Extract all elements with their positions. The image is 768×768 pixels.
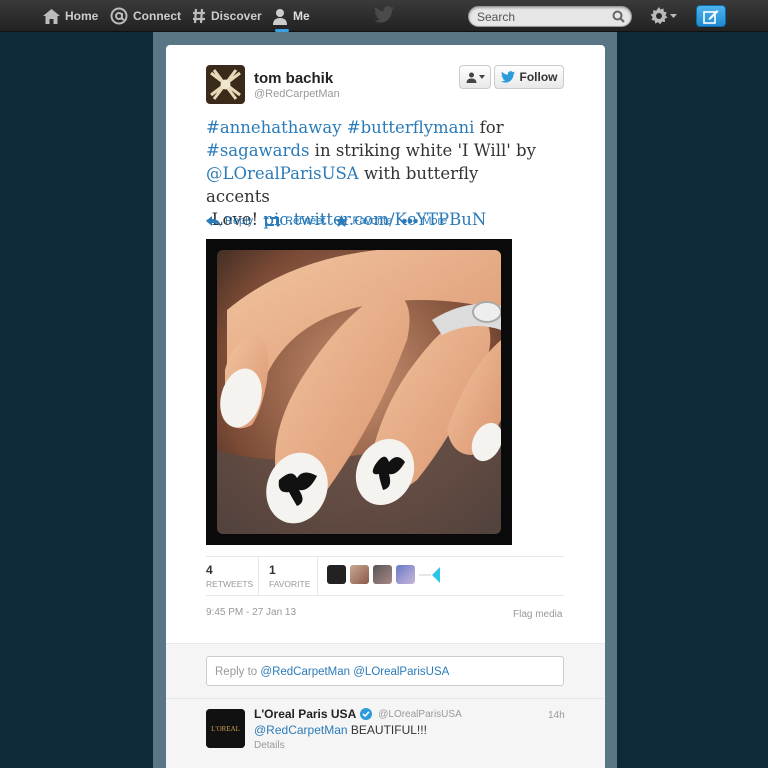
tweet-photo[interactable] [206,239,512,545]
tweet-timestamp[interactable]: 9:45 PM - 27 Jan 13 [206,607,296,618]
favorites-stat[interactable]: 1 FAVORITE [269,563,310,589]
search-input[interactable] [477,9,607,25]
nav-me[interactable]: Me [272,0,310,32]
stats-divider-top [206,556,564,557]
stats-divider-bottom [206,595,564,596]
reply-handles: @RedCarpetMan @LOrealParisUSA [260,666,450,678]
favoriter-avatar[interactable] [327,565,346,584]
reply-author-avatar[interactable]: L'OREAL [206,709,245,748]
reply-divider [166,698,605,699]
compose-tweet-button[interactable] [696,5,726,27]
follow-button-label: Follow [519,70,558,84]
flag-media-link[interactable]: Flag media [513,609,562,620]
verified-badge-icon [360,708,373,720]
follow-button[interactable]: Follow [494,65,564,89]
compose-icon [703,9,719,24]
hashtag-link[interactable]: #annehathaway [206,118,342,137]
reply-author-handle: @LOrealParisUSA [378,708,462,720]
nav-home[interactable]: Home [43,0,98,32]
mention-link[interactable]: @LOrealParisUSA [206,164,359,183]
chevron-down-icon [670,13,677,18]
nav-connect[interactable]: Connect [110,0,181,32]
reply-label: Reply [225,215,254,227]
twitter-bird-icon [500,71,515,83]
nav-home-label: Home [65,9,99,23]
nav-me-label: Me [293,9,310,23]
reply-body: BEAUTIFUL!!! [347,723,427,737]
gear-icon [650,7,668,25]
tweet-text: #annehathaway #butterflymani for #sagawar… [206,116,546,231]
retweet-label: Retweet [285,215,326,227]
reply-avatar-logo: L'OREAL [211,725,240,733]
reply-mention[interactable]: @RedCarpetMan [254,723,348,737]
star-icon [335,215,349,227]
nav-discover-label: Discover [211,9,262,23]
twitter-bird-icon[interactable] [374,6,394,28]
search-field[interactable] [468,6,632,27]
retweet-icon [263,215,282,227]
favoriter-avatar[interactable] [373,565,392,584]
user-actions-dropdown[interactable] [459,65,491,89]
top-navigation-bar: Home Connect Discover Me [0,0,768,32]
home-icon [43,8,60,24]
hashtag-icon [193,8,205,24]
tweet-text-segment: in striking white 'I Will' by [309,141,536,160]
author-handle[interactable]: @RedCarpetMan [254,88,340,100]
reply-details-link[interactable]: Details [254,740,285,751]
settings-menu[interactable] [650,7,677,25]
hashtag-link[interactable]: #sagawards [206,141,309,160]
expand-arrow-icon[interactable] [419,566,441,584]
nav-discover[interactable]: Discover [192,0,262,32]
favoriters-avatars [327,565,441,584]
chevron-down-icon [478,75,485,79]
favoriter-avatar[interactable] [396,565,415,584]
tweet-text-segment: for [474,118,504,137]
stats-separator [317,557,318,595]
reply-author-name: L'Oreal Paris USA [254,707,357,721]
stats-separator [258,557,259,595]
reply-author[interactable]: L'Oreal Paris USA @LOrealParisUSA [254,707,462,721]
more-action[interactable]: More [402,215,447,227]
favorite-action[interactable]: Favorite [335,215,392,227]
more-dots-icon [402,218,419,224]
reply-time[interactable]: 14h [548,710,565,721]
more-label: More [422,215,448,227]
at-sign-icon [110,7,128,25]
favoriter-avatar[interactable] [350,565,369,584]
retweets-label: RETWEETS [206,579,254,589]
favorites-count: 1 [269,563,276,577]
favorite-label: Favorite [352,215,393,227]
retweets-count: 4 [206,563,213,577]
retweets-stat[interactable]: 4 RETWEETS [206,563,253,589]
reply-input[interactable]: Reply to @RedCarpetMan @LOrealParisUSA [206,656,564,686]
nav-connect-label: Connect [133,9,181,23]
photo-image [217,250,501,534]
favorites-label: FAVORITE [269,579,311,589]
person-icon [273,8,287,25]
author-avatar[interactable] [206,65,245,104]
reply-text: @RedCarpetMan BEAUTIFUL!!! [254,723,427,737]
reply-action[interactable]: Reply [206,215,253,227]
retweet-action[interactable]: Retweet [263,215,325,227]
person-icon [466,72,476,83]
reply-prefix: Reply to [215,666,261,678]
reply-icon [206,215,221,227]
search-icon[interactable] [612,10,625,23]
hashtag-link[interactable]: #butterflymani [347,118,475,137]
tweet-actions: Reply Retweet Favorite More [206,215,447,227]
author-name[interactable]: tom bachik [254,70,333,87]
